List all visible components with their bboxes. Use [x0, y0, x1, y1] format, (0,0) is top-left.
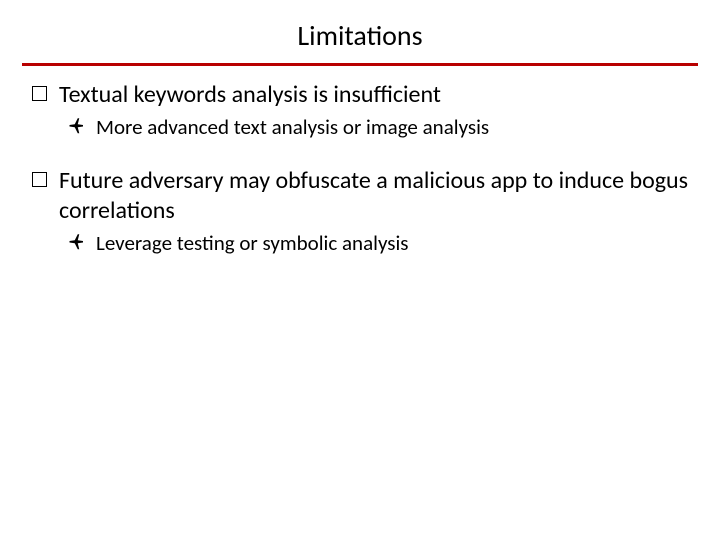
- list-item: Leverage testing or symbolic analysis: [68, 230, 692, 256]
- list-item: Future adversary may obfuscate a malicio…: [32, 166, 692, 226]
- bullet-text: More advanced text analysis or image ana…: [96, 114, 489, 140]
- slide: Limitations Textual keywords analysis is…: [0, 0, 720, 540]
- airplane-bullet-icon: [68, 116, 86, 134]
- square-bullet-icon: [32, 172, 47, 187]
- airplane-bullet-icon: [68, 232, 86, 250]
- slide-title: Limitations: [28, 18, 692, 59]
- square-bullet-icon: [32, 86, 47, 101]
- bullet-text: Leverage testing or symbolic analysis: [96, 230, 409, 256]
- title-underline: [22, 63, 698, 66]
- list-item: Textual keywords analysis is insufficien…: [32, 80, 692, 110]
- bullet-text: Textual keywords analysis is insufficien…: [59, 80, 441, 110]
- bullet-text: Future adversary may obfuscate a malicio…: [59, 166, 692, 226]
- list-item: More advanced text analysis or image ana…: [68, 114, 692, 140]
- slide-body: Textual keywords analysis is insufficien…: [28, 80, 692, 257]
